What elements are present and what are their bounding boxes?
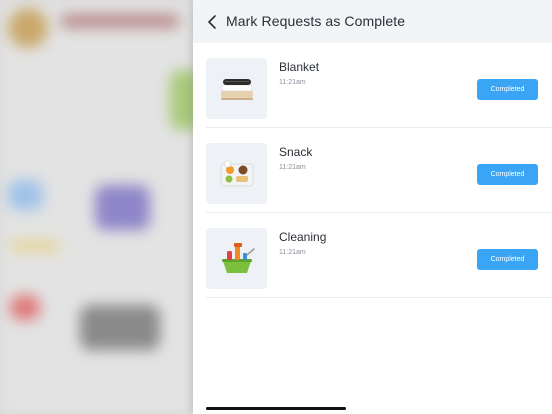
background-card-blue xyxy=(8,180,43,210)
snack-tray-icon xyxy=(220,160,253,186)
request-row-snack: Snack 11:21am Completed xyxy=(206,128,552,213)
request-thumbnail xyxy=(206,228,267,289)
completed-button[interactable]: Completed xyxy=(477,79,538,100)
request-time: 11:21am xyxy=(279,164,306,171)
request-thumbnail xyxy=(206,143,267,204)
completed-button[interactable]: Completed xyxy=(477,249,538,270)
background-avatar xyxy=(8,8,48,48)
completed-button[interactable]: Completed xyxy=(477,164,538,185)
back-button[interactable] xyxy=(203,12,221,32)
home-indicator xyxy=(206,407,346,410)
request-name: Cleaning xyxy=(279,230,327,244)
cleaning-basket-icon xyxy=(221,242,255,273)
drawer-header: Mark Requests as Complete xyxy=(193,0,552,43)
request-name: Blanket xyxy=(279,60,320,74)
request-name: Snack xyxy=(279,145,313,159)
request-time: 11:21am xyxy=(279,79,306,86)
request-list: Blanket 11:21am Completed Snack 11:21am … xyxy=(193,43,552,298)
request-row-blanket: Blanket 11:21am Completed xyxy=(206,43,552,128)
background-card-red xyxy=(10,295,40,320)
background-header-bar xyxy=(60,14,180,28)
background-strip-yellow xyxy=(10,240,60,252)
background-card-dark xyxy=(80,305,160,350)
request-row-cleaning: Cleaning 11:21am Completed xyxy=(206,213,552,298)
blanket-icon xyxy=(220,78,253,100)
drawer-title: Mark Requests as Complete xyxy=(226,13,406,29)
request-thumbnail xyxy=(206,58,267,119)
request-time: 11:21am xyxy=(279,249,306,256)
mark-requests-drawer: Mark Requests as Complete Blanket 11:21a… xyxy=(193,0,552,414)
background-card-purple xyxy=(95,185,150,230)
chevron-left-icon xyxy=(208,15,216,29)
